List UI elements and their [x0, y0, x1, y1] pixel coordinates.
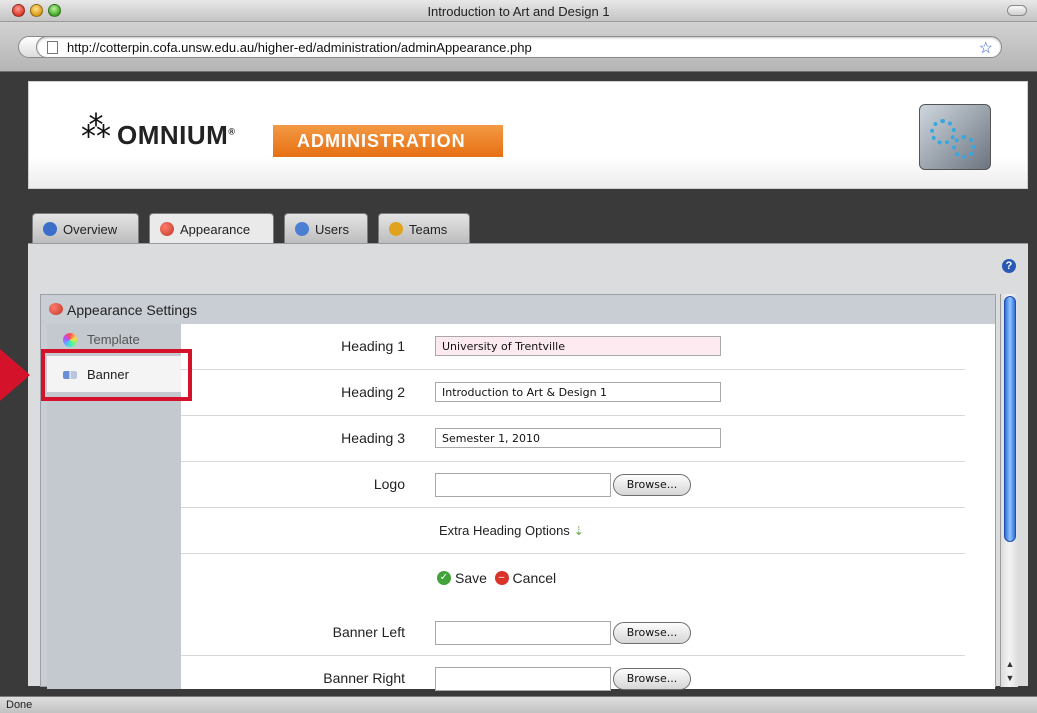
logo-label: Logo [373, 476, 405, 492]
heading1-row: Heading 1 University of Trentville [181, 324, 965, 370]
tab-overview[interactable]: Overview [32, 213, 139, 243]
check-icon: ✓ [437, 571, 451, 585]
extra-heading-options-link[interactable]: Extra Heading Options ⇣ [439, 523, 584, 538]
palette-icon [49, 303, 63, 315]
help-icon[interactable]: ? [1002, 259, 1016, 273]
banner-left-browse-button[interactable]: Browse... [613, 622, 691, 644]
logo-browse-button[interactable]: Browse... [613, 474, 691, 496]
save-cancel-group: ✓ Save – Cancel [437, 568, 556, 586]
tab-teams[interactable]: Teams [378, 213, 470, 243]
omnium-logo-icon: ⁂ [81, 111, 111, 144]
save-cancel-row: ✓ Save – Cancel [181, 554, 965, 610]
users-icon [295, 222, 309, 236]
banner-form: Heading 1 University of Trentville Headi… [181, 324, 995, 691]
banner-right-file-input[interactable] [435, 667, 611, 691]
banner-left-label: Banner Left [332, 624, 405, 640]
administration-badge: ADMINISTRATION [273, 125, 503, 157]
expand-arrow-icon: ⇣ [573, 524, 584, 538]
annotation-highlight-box [41, 349, 192, 401]
cancel-icon: – [494, 571, 509, 585]
content-panel: ? Appearance Settings Template Banner He… [28, 243, 1028, 691]
palette-icon [160, 222, 174, 236]
omnium-logo-text: OMNIUM® [117, 120, 236, 150]
annotation-arrow-icon [0, 349, 30, 401]
heading1-input[interactable]: University of Trentville [435, 336, 721, 356]
info-icon [43, 222, 57, 236]
heading2-label: Heading 2 [341, 384, 405, 400]
appearance-settings-header: Appearance Settings [41, 295, 995, 323]
browser-window: Introduction to Art and Design 1 http://… [0, 0, 1037, 713]
tab-users[interactable]: Users [284, 213, 368, 243]
vertical-scrollbar[interactable]: ▲ ▼ [1000, 294, 1018, 687]
scroll-thumb[interactable] [1004, 296, 1016, 542]
save-button[interactable]: ✓ Save [437, 570, 487, 586]
site-banner: ⁂ OMNIUM® ADMINISTRATION [28, 81, 1028, 189]
heading1-label: Heading 1 [341, 338, 405, 354]
gears-icon [919, 104, 991, 170]
color-wheel-icon [63, 333, 77, 347]
toolbar-toggle-icon[interactable] [1007, 5, 1027, 16]
banner-left-row: Banner Left Browse... [181, 610, 965, 656]
extra-options-row: Extra Heading Options ⇣ [181, 508, 965, 554]
heading3-label: Heading 3 [341, 430, 405, 446]
logo-file-input[interactable] [435, 473, 611, 497]
address-bar: http://cotterpin.cofa.unsw.edu.au/higher… [0, 22, 1037, 72]
banner-left-file-input[interactable] [435, 621, 611, 645]
page-icon [47, 41, 58, 54]
url-text: http://cotterpin.cofa.unsw.edu.au/higher… [67, 40, 532, 55]
banner-right-browse-button[interactable]: Browse... [613, 668, 691, 690]
heading3-row: Heading 3 Semester 1, 2010 [181, 416, 965, 462]
teams-icon [389, 222, 403, 236]
banner-right-label: Banner Right [323, 670, 405, 686]
heading2-input[interactable]: Introduction to Art & Design 1 [435, 382, 721, 402]
title-bar: Introduction to Art and Design 1 [0, 0, 1037, 22]
logo-row: Logo Browse... [181, 462, 965, 508]
heading2-row: Heading 2 Introduction to Art & Design 1 [181, 370, 965, 416]
window-title: Introduction to Art and Design 1 [427, 4, 610, 19]
cancel-button[interactable]: – Cancel [491, 570, 556, 586]
url-input[interactable]: http://cotterpin.cofa.unsw.edu.au/higher… [36, 36, 1002, 58]
status-bar: Done [0, 696, 1037, 713]
scroll-arrows-icon[interactable]: ▲ ▼ [1001, 657, 1019, 687]
heading3-input[interactable]: Semester 1, 2010 [435, 428, 721, 448]
tab-appearance[interactable]: Appearance [149, 213, 274, 244]
bookmark-star-icon[interactable]: ☆ [979, 38, 993, 58]
